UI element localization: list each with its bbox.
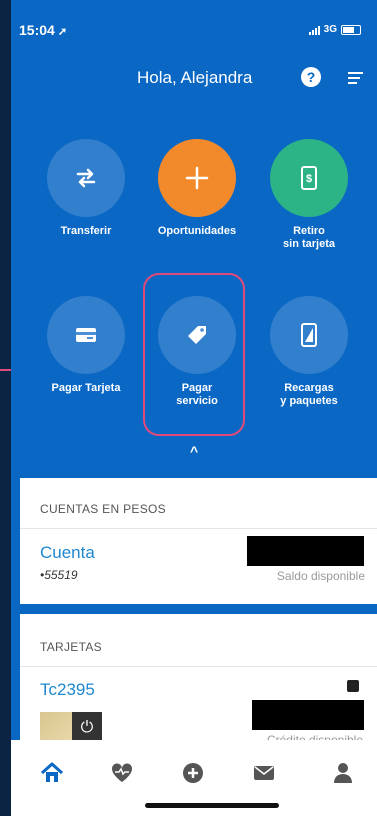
pay-card-button[interactable]: Pagar Tarjeta — [31, 296, 141, 395]
status-time: 15:04 ➚ — [19, 22, 68, 38]
status-right: 3G — [308, 24, 361, 35]
status-bar: 15:04 ➚ 3G — [11, 22, 377, 42]
chevron-up-icon[interactable]: ^ — [190, 443, 198, 459]
divider — [20, 666, 377, 667]
phone-icon — [270, 296, 348, 374]
account-number: •55519 — [40, 568, 78, 582]
top-up-button[interactable]: Recargas y paquetes — [254, 296, 364, 408]
location-icon: ➚ — [57, 26, 68, 38]
wallet-icon[interactable] — [347, 680, 359, 692]
accounts-section-title: CUENTAS EN PESOS — [40, 502, 166, 516]
bottom-navigation — [11, 740, 377, 816]
cardless-withdrawal-label: Retiro sin tarjeta — [283, 225, 335, 250]
home-indicator[interactable] — [145, 803, 279, 808]
battery-icon — [341, 24, 361, 35]
balance-amount-redacted — [247, 536, 364, 566]
person-icon[interactable] — [328, 758, 358, 788]
mail-icon[interactable] — [249, 758, 279, 788]
home-icon[interactable] — [37, 758, 67, 788]
divider — [20, 528, 377, 529]
background-strip — [0, 0, 11, 816]
accounts-card[interactable]: CUENTAS EN PESOS Cuenta •55519 Saldo dis… — [20, 478, 377, 604]
card-name[interactable]: Tc2395 — [40, 680, 95, 700]
transfer-label: Transferir — [60, 225, 112, 237]
account-name[interactable]: Cuenta — [40, 543, 95, 563]
highlight-box — [143, 273, 245, 436]
top-up-label: Recargas y paquetes — [280, 382, 338, 407]
menu-icon[interactable] — [348, 72, 363, 87]
greeting-title: Hola, Alejandra — [137, 68, 253, 87]
plus-circle-icon[interactable] — [178, 758, 208, 788]
cards-section-title: TARJETAS — [40, 640, 102, 654]
svg-text:$: $ — [306, 173, 312, 185]
transfer-button[interactable]: Transferir — [31, 139, 141, 238]
help-icon[interactable]: ? — [301, 67, 321, 87]
heart-pulse-icon[interactable] — [107, 758, 137, 788]
cardless-withdrawal-button[interactable]: $ Retiro sin tarjeta — [254, 139, 364, 251]
signal-icon — [308, 25, 320, 35]
credit-card-icon — [47, 296, 125, 374]
pay-card-label: Pagar Tarjeta — [51, 382, 121, 394]
phone-screen: 15:04 ➚ 3G Hola, Alejandra ? Transferir O… — [11, 0, 377, 816]
opportunities-label: Oportunidades — [157, 225, 237, 237]
plus-icon — [158, 139, 236, 217]
network-label: 3G — [323, 24, 337, 35]
opportunities-button[interactable]: Oportunidades — [142, 139, 252, 238]
transfer-icon — [47, 139, 125, 217]
credit-amount-redacted — [252, 700, 364, 730]
phone-cash-icon: $ — [270, 139, 348, 217]
balance-label: Saldo disponible — [276, 569, 365, 583]
cards-card[interactable]: TARJETAS Tc2395 Crédito disponible ⏻ — [20, 614, 377, 747]
